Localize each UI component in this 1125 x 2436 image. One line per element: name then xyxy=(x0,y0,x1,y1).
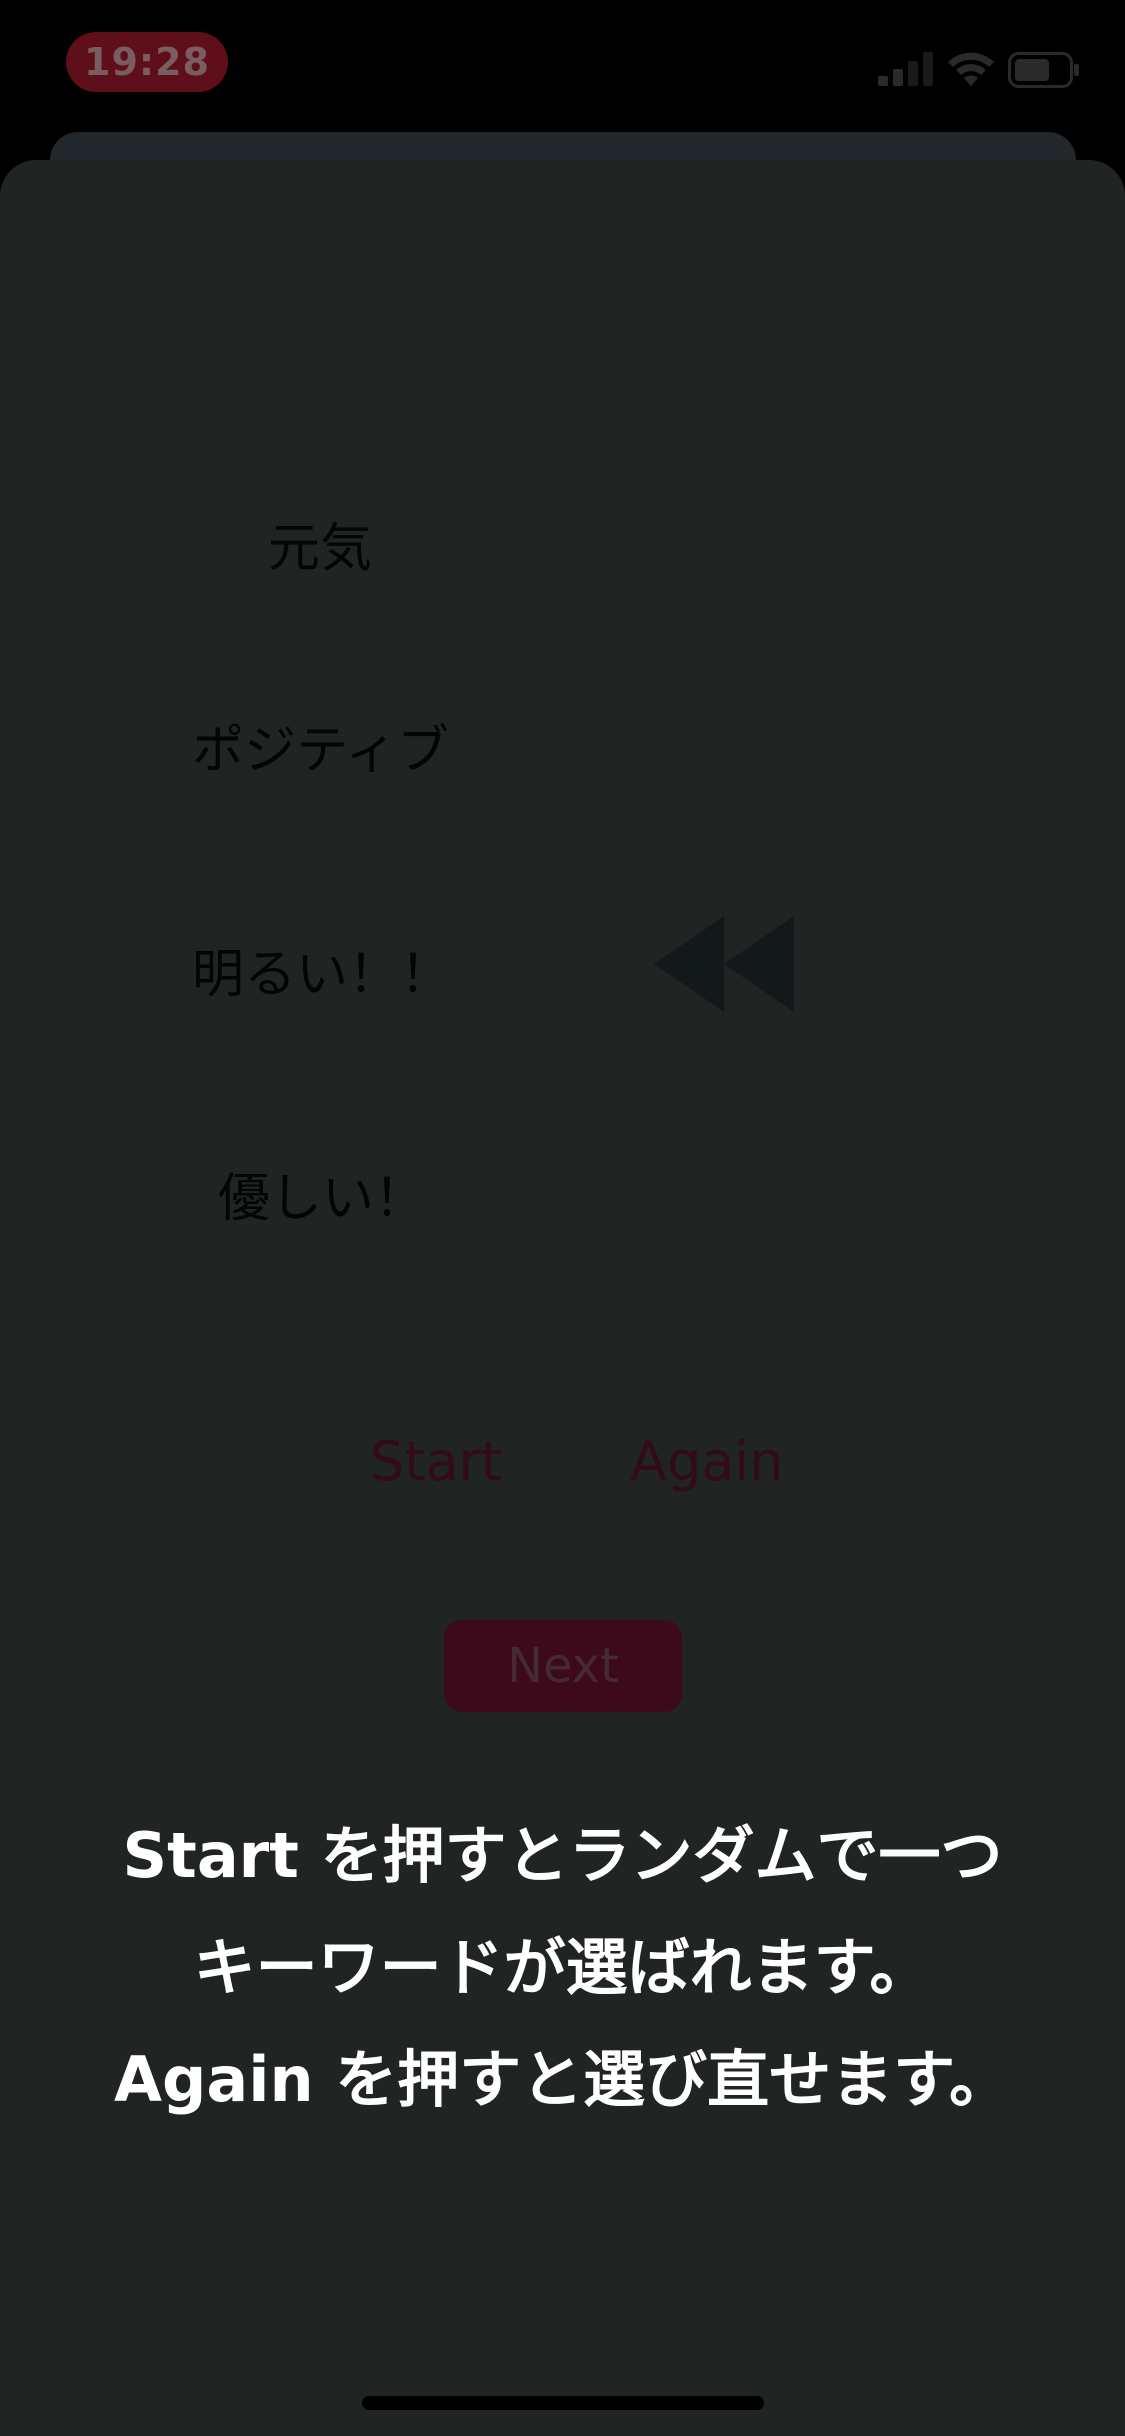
rewind-icon xyxy=(654,916,794,1012)
next-button[interactable]: Next xyxy=(444,1620,682,1712)
keyword-item: 元気 xyxy=(268,519,373,579)
instruction-line: Start を押すとランダムで一つ xyxy=(122,1819,1003,1892)
instruction-text: Start を押すとランダムで一つ キーワードが選ばれます。 Again を押す… xyxy=(0,1800,1125,2136)
keyword-item: ポジティブ xyxy=(192,721,449,781)
instruction-line: キーワードが選ばれます。 xyxy=(193,1931,932,2004)
status-time: 19:28 xyxy=(66,32,228,92)
keyword-item: 優しい！ xyxy=(218,1169,427,1229)
home-indicator xyxy=(362,2396,764,2410)
battery-icon xyxy=(1008,52,1079,88)
instruction-line: Again を押すと選び直せます。 xyxy=(114,2043,1011,2116)
again-button[interactable]: Again xyxy=(630,1430,784,1493)
start-button[interactable]: Start xyxy=(370,1430,502,1493)
status-bar: 19:28 xyxy=(0,0,1125,130)
wifi-icon xyxy=(948,52,994,86)
signal-icon xyxy=(878,52,933,86)
keyword-item: 明るい！！ xyxy=(192,945,453,1005)
